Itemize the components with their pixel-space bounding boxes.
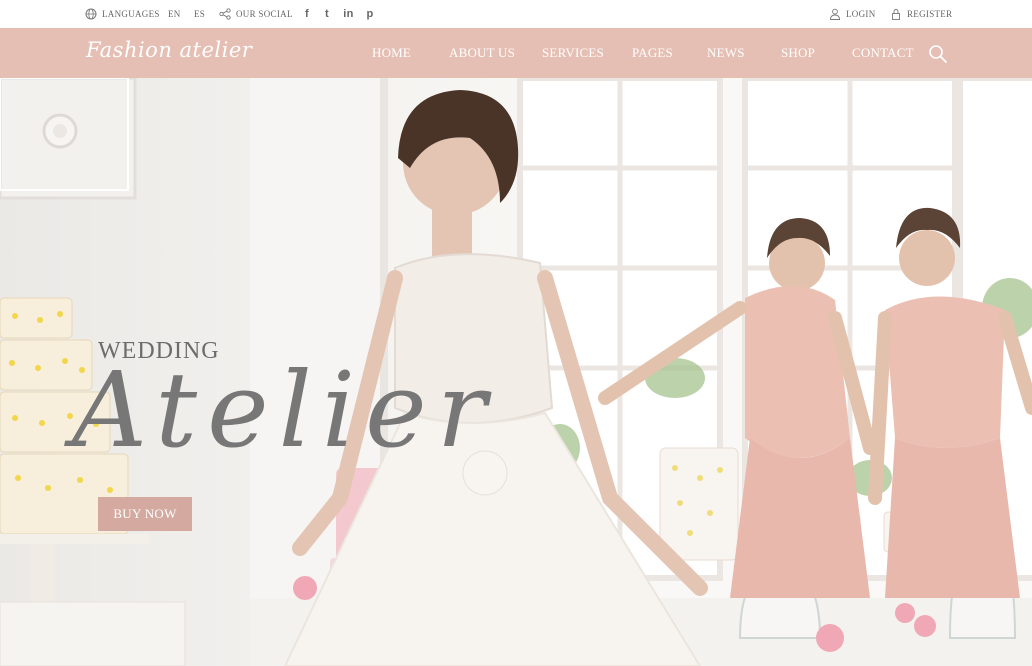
nav-item-contact[interactable]: CONTACT — [852, 28, 914, 78]
nav-item-home[interactable]: HOME — [372, 28, 411, 78]
language-es-label: ES — [194, 9, 206, 19]
language-en-link[interactable]: EN — [168, 0, 181, 28]
our-social-group: OUR SOCIAL — [219, 0, 293, 28]
social-links: f t in p — [302, 0, 375, 28]
globe-icon — [85, 8, 97, 20]
nav-item-news[interactable]: NEWS — [707, 28, 745, 78]
nav-item-shop[interactable]: SHOP — [781, 28, 815, 78]
share-icon — [219, 8, 231, 20]
twitter-icon[interactable]: t — [322, 8, 332, 20]
user-icon — [830, 8, 840, 20]
login-label: LOGIN — [846, 9, 876, 19]
hero-title: Atelier — [72, 349, 497, 471]
top-utility-bar: LANGUAGES EN ES OUR SOCIAL f t in p LOGI… — [0, 0, 1032, 28]
lock-icon — [892, 9, 900, 20]
buy-now-button[interactable]: BUY NOW — [98, 497, 192, 531]
language-en-label: EN — [168, 9, 181, 19]
main-navbar: Fashion atelier HOME ABOUT US SERVICES P… — [0, 28, 1032, 78]
register-link[interactable]: REGISTER — [890, 0, 952, 28]
nav-item-services[interactable]: SERVICES — [542, 28, 604, 78]
search-icon[interactable] — [928, 44, 948, 64]
hero-banner: WEDDING Atelier BUY NOW — [0, 78, 1032, 666]
linkedin-icon[interactable]: in — [342, 8, 355, 20]
languages-label: LANGUAGES — [102, 9, 160, 19]
register-label: REGISTER — [907, 9, 953, 19]
site-logo[interactable]: Fashion atelier — [86, 38, 252, 62]
language-es-link[interactable]: ES — [194, 0, 205, 28]
facebook-icon[interactable]: f — [302, 8, 312, 20]
pinterest-icon[interactable]: p — [365, 8, 375, 20]
our-social-label: OUR SOCIAL — [236, 9, 293, 19]
nav-item-about-us[interactable]: ABOUT US — [449, 28, 515, 78]
nav-item-pages[interactable]: PAGES — [632, 28, 673, 78]
login-link[interactable]: LOGIN — [829, 0, 876, 28]
languages-menu[interactable]: LANGUAGES — [85, 0, 160, 28]
